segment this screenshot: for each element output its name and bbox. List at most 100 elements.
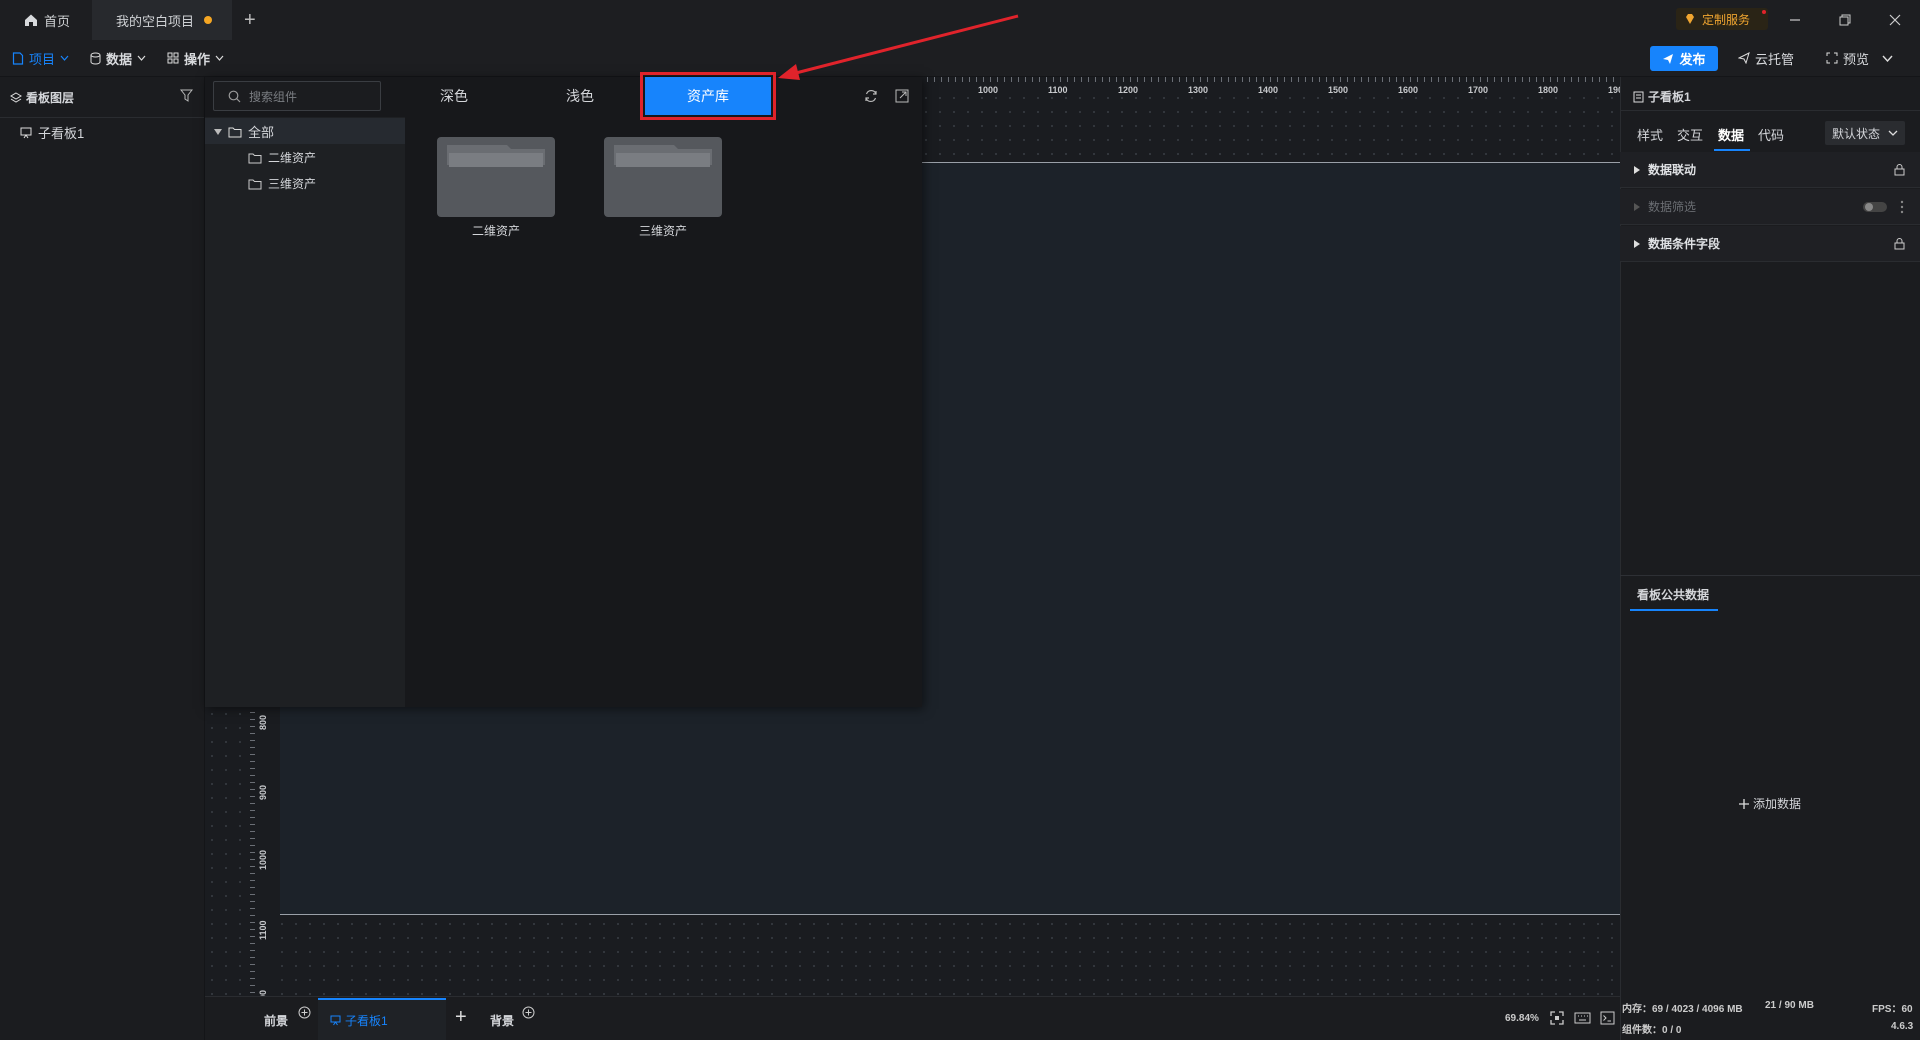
- foreground-tab[interactable]: 前景: [264, 1012, 288, 1029]
- folder-icon: [248, 153, 262, 163]
- chevron-down-icon: [215, 55, 224, 61]
- lock-icon: [1894, 164, 1905, 176]
- state-select-value: 默认状态: [1832, 126, 1881, 141]
- custom-service-button[interactable]: 定制服务: [1676, 8, 1768, 30]
- property-panel-header: 子看板1: [1633, 88, 1691, 105]
- restore-button[interactable]: [1820, 0, 1870, 40]
- filter-icon[interactable]: [180, 89, 193, 102]
- chevron-down-icon: [137, 55, 146, 61]
- tab-asset-library[interactable]: 资产库: [645, 77, 771, 115]
- refresh-icon[interactable]: [864, 89, 878, 103]
- ruler-tick-label: 1600: [1398, 85, 1419, 95]
- chevron-down-icon: [1888, 130, 1898, 136]
- folder-card-label: 二维资产: [471, 224, 520, 238]
- fit-screen-icon[interactable]: [1550, 1011, 1564, 1025]
- tree-node-2d[interactable]: 二维资产: [248, 149, 316, 166]
- notification-dot: [1762, 10, 1766, 14]
- data-linkage-row[interactable]: 数据联动: [1620, 152, 1920, 188]
- folder-card-2d[interactable]: [437, 137, 555, 217]
- board-tab-content: 子看板1: [330, 1012, 388, 1029]
- tab-project[interactable]: 我的空白项目: [92, 0, 232, 40]
- add-board-button[interactable]: +: [455, 1006, 467, 1029]
- active-tab-indicator: [1630, 609, 1718, 611]
- ruler-tick-label: 1400: [1258, 85, 1279, 95]
- project-menu-label: 项目: [29, 51, 56, 67]
- tab-home[interactable]: 首页: [0, 0, 91, 40]
- publish-label: 发布: [1679, 52, 1706, 67]
- terminal-icon[interactable]: [1600, 1011, 1615, 1025]
- more-vertical-icon: [1900, 200, 1904, 213]
- folder-thumbnail-icon: [447, 145, 545, 167]
- lock-icon: [1894, 238, 1905, 250]
- tab-style[interactable]: 样式: [1637, 125, 1663, 144]
- add-circle-icon[interactable]: [298, 1006, 311, 1019]
- add-tab-button[interactable]: +: [244, 0, 264, 40]
- preview-button[interactable]: 预览: [1826, 40, 1893, 76]
- tree-node-root-content: 全部: [214, 122, 274, 141]
- keyboard-icon[interactable]: [1574, 1012, 1591, 1024]
- tree-node-label: 三维资产: [268, 177, 317, 191]
- folder-card-label: 三维资产: [638, 224, 687, 238]
- operate-menu-label: 操作: [184, 51, 211, 67]
- data-condition-row[interactable]: 数据条件字段: [1620, 226, 1920, 262]
- tab-code[interactable]: 代码: [1758, 125, 1784, 144]
- toggle-switch-icon: [1863, 201, 1887, 212]
- memory-status: 内存：69 / 4023 / 4096 MB: [1622, 1004, 1743, 1015]
- ruler-tick-label: 1100: [258, 920, 268, 940]
- close-button[interactable]: [1870, 0, 1920, 40]
- layer-item[interactable]: 子看板1: [20, 123, 84, 142]
- layer-panel: 看板图层 子看板1: [0, 77, 204, 1040]
- active-tab-indicator: [1714, 149, 1750, 151]
- ruler-tick-label: 1700: [1468, 85, 1489, 95]
- zoom-level[interactable]: 69.84%: [1505, 1013, 1539, 1024]
- data-menu[interactable]: 数据: [90, 40, 146, 76]
- fps-status: FPS：60: [1872, 1004, 1913, 1015]
- project-menu[interactable]: 项目: [12, 40, 69, 76]
- asset-tree: [205, 117, 405, 707]
- search-input[interactable]: 搜索组件: [213, 81, 381, 111]
- ruler-tick-label: 1200: [1118, 85, 1139, 95]
- folder-icon: [228, 127, 242, 137]
- tab-light[interactable]: 浅色: [550, 79, 610, 113]
- ruler-tick-label: 800: [258, 714, 268, 730]
- expand-icon[interactable]: [895, 89, 909, 103]
- add-circle-icon[interactable]: [522, 1006, 535, 1019]
- data-filter-row[interactable]: 数据筛选: [1620, 189, 1920, 225]
- add-data-button[interactable]: 添加数据: [1738, 795, 1801, 812]
- close-icon: [1889, 14, 1901, 26]
- diamond-icon: [1684, 13, 1696, 25]
- property-panel-title: 子看板1: [1648, 90, 1691, 104]
- tree-node-3d[interactable]: 三维资产: [248, 175, 316, 192]
- tab-interaction[interactable]: 交互: [1677, 125, 1703, 144]
- ruler-tick-label: 1800: [1538, 85, 1559, 95]
- background-tab[interactable]: 背景: [490, 1012, 514, 1029]
- search-icon: [228, 90, 241, 102]
- folder-thumbnail-icon: [614, 145, 712, 167]
- chevron-down-icon: [60, 55, 69, 61]
- send-icon: [1663, 53, 1674, 64]
- tab-dark[interactable]: 深色: [424, 79, 484, 113]
- minimize-button[interactable]: [1770, 0, 1820, 40]
- state-select[interactable]: 默认状态: [1825, 121, 1905, 145]
- cloud-hosting-button[interactable]: 云托管: [1738, 40, 1794, 76]
- tab-project-label: 我的空白项目: [116, 13, 195, 29]
- ruler-tick-label: 1300: [1188, 85, 1209, 95]
- tab-public-data[interactable]: 看板公共数据: [1637, 586, 1709, 603]
- operate-menu[interactable]: 操作: [167, 40, 224, 76]
- layer-item-label: 子看板1: [38, 126, 85, 141]
- ruler-tick-label: 1500: [1328, 85, 1349, 95]
- caret-down-icon: [214, 128, 222, 135]
- fullscreen-icon: [1826, 52, 1838, 64]
- divider: [1620, 575, 1920, 576]
- home-icon: [24, 13, 38, 27]
- data-menu-label: 数据: [106, 51, 133, 67]
- data-condition-label: 数据条件字段: [1648, 237, 1721, 251]
- ruler-tick-label: 1000: [978, 85, 999, 95]
- folder-card-3d[interactable]: [604, 137, 722, 217]
- board-icon: [330, 1015, 341, 1026]
- tab-data[interactable]: 数据: [1718, 125, 1744, 144]
- publish-button[interactable]: 发布: [1650, 46, 1718, 71]
- tree-node-label: 二维资产: [268, 151, 317, 165]
- layer-panel-title: 看板图层: [26, 91, 75, 105]
- ruler-tick-label: 1000: [258, 849, 268, 870]
